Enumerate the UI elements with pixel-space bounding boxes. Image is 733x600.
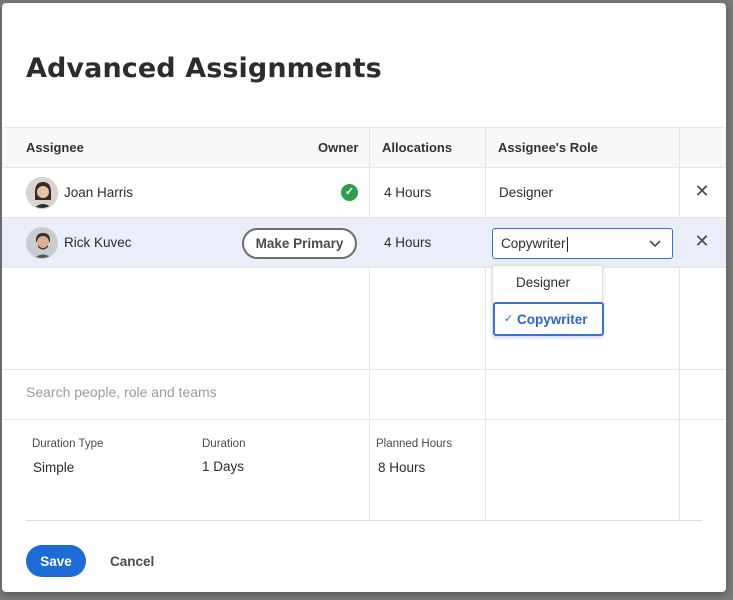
duration-type-value[interactable]: Simple: [33, 460, 74, 475]
assignee-name: Joan Harris: [64, 185, 134, 200]
footer-divider: [26, 520, 702, 521]
dropdown-option-copywriter[interactable]: ✓ Copywriter: [493, 302, 604, 336]
table-header: Assignee Owner Allocations Assignee's Ro…: [2, 127, 726, 168]
allocation-value[interactable]: 4 Hours: [384, 185, 431, 200]
checkmark-circle-icon: ✓: [341, 184, 358, 201]
dropdown-option-designer[interactable]: Designer: [493, 266, 604, 300]
role-select-value: Copywriter: [501, 236, 568, 252]
table-row[interactable]: Rick Kuvec Make Primary 4 Hours Copywrit…: [2, 218, 726, 268]
chevron-down-icon: [649, 240, 661, 248]
duration-type-label: Duration Type: [32, 438, 104, 450]
planned-hours-label: Planned Hours: [376, 438, 453, 450]
save-button[interactable]: Save: [26, 545, 86, 577]
dialog-title: Advanced Assignments: [26, 53, 382, 84]
close-icon[interactable]: ✕: [694, 181, 710, 201]
search-row: [2, 369, 726, 420]
duration-value[interactable]: 1 Days: [202, 459, 244, 474]
column-header-role: Assignee's Role: [498, 140, 598, 155]
role-dropdown-menu: Designer ✓ Copywriter: [492, 265, 604, 337]
search-input[interactable]: [26, 384, 356, 400]
cancel-button[interactable]: Cancel: [102, 545, 162, 577]
column-header-allocations: Allocations: [382, 140, 453, 155]
assignee-name: Rick Kuvec: [64, 235, 132, 250]
avatar: [26, 177, 58, 209]
checkmark-icon: ✓: [504, 313, 514, 325]
avatar: [26, 227, 58, 259]
make-primary-button[interactable]: Make Primary: [242, 228, 357, 259]
role-select[interactable]: Copywriter: [492, 228, 673, 259]
advanced-assignments-dialog: Advanced Assignments Assignee Owner Allo…: [2, 3, 726, 592]
planned-hours-value[interactable]: 8 Hours: [378, 460, 425, 475]
column-header-assignee: Assignee: [26, 140, 84, 155]
duration-label: Duration: [202, 438, 246, 450]
allocation-value[interactable]: 4 Hours: [384, 235, 431, 250]
table-row[interactable]: Joan Harris ✓ 4 Hours Designer ✕: [2, 168, 726, 218]
close-icon[interactable]: ✕: [694, 231, 710, 251]
role-value[interactable]: Designer: [499, 185, 553, 200]
column-header-owner: Owner: [318, 140, 359, 155]
